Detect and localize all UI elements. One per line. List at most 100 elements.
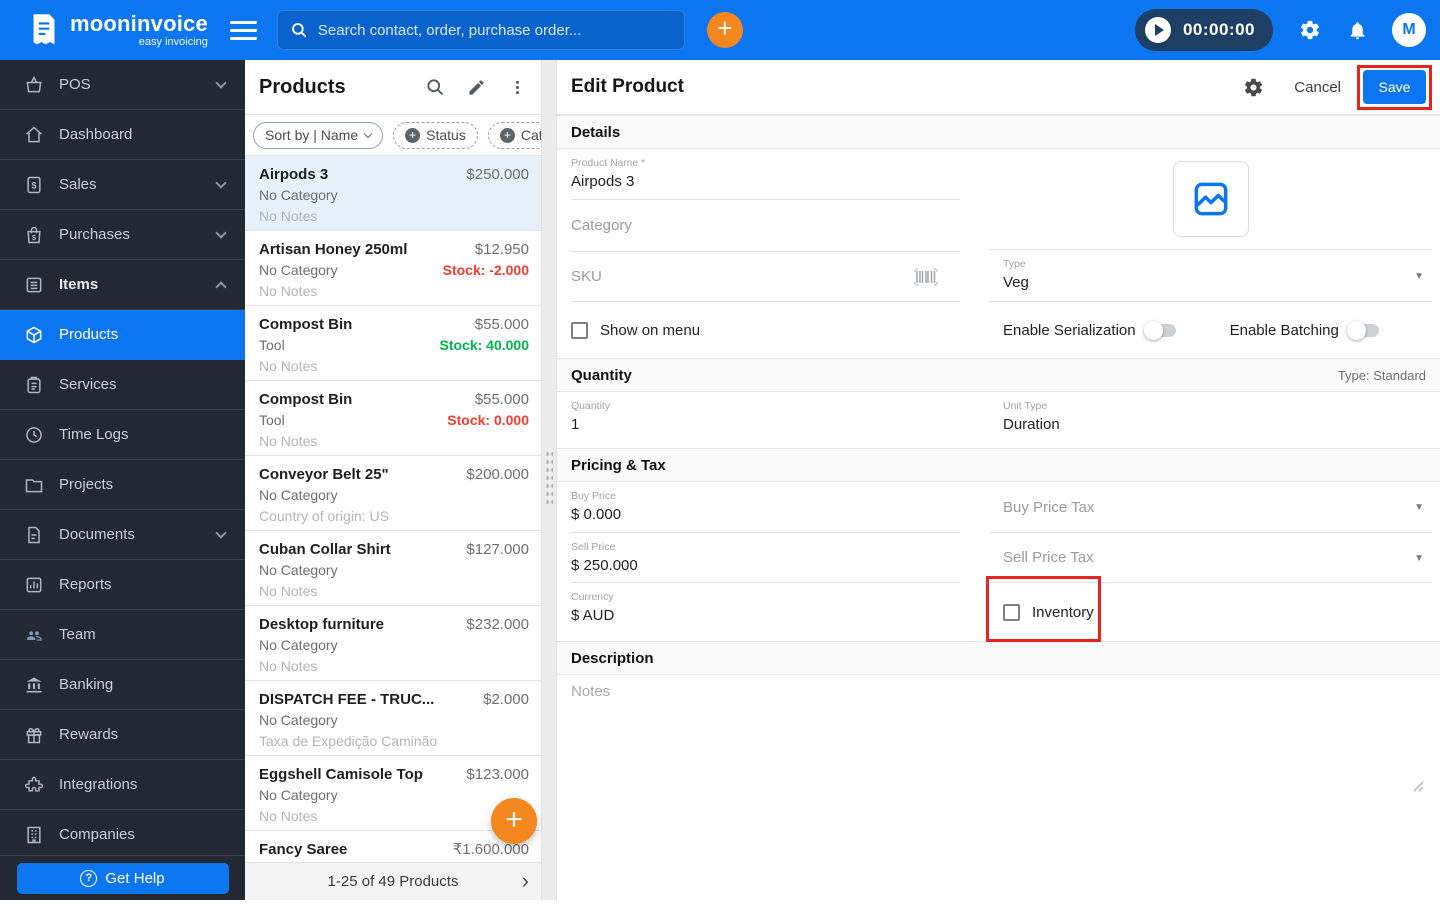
drag-handle-icon[interactable] <box>545 450 553 506</box>
product-image-upload[interactable] <box>1173 161 1249 237</box>
list-icon <box>24 275 44 295</box>
product-row[interactable]: Compost Bin $55.000 Tool Stock: 40.000 No … <box>245 306 541 381</box>
quick-add-button[interactable]: + <box>706 12 743 48</box>
global-search-input[interactable] <box>317 21 672 39</box>
enable-batching-toggle[interactable] <box>1346 320 1379 340</box>
add-product-fab[interactable]: + <box>491 798 537 844</box>
sidebar-item-label: Rewards <box>59 726 119 743</box>
chevron-down-icon <box>215 527 227 539</box>
sidebar-item-label: Dashboard <box>59 126 133 143</box>
sidebar-item-reports[interactable]: Reports <box>0 560 245 610</box>
quantity-type-info: Type: Standard <box>1337 367 1426 383</box>
brand-name: mooninvoice <box>70 10 208 36</box>
enable-batching-label: Enable Batching <box>1229 321 1339 339</box>
product-name-field[interactable]: Product Name * <box>571 149 960 200</box>
product-row[interactable]: Conveyor Belt 25" $200.000 No Category Co… <box>245 456 541 531</box>
show-on-menu-checkbox[interactable] <box>571 321 588 339</box>
plus-icon: + <box>499 127 515 143</box>
sidebar-item-sales[interactable]: $ Sales <box>0 160 245 210</box>
sidebar-item-rewards[interactable]: Rewards <box>0 710 245 760</box>
sidebar-item-companies[interactable]: Companies <box>0 810 245 855</box>
products-list-panel: Products Sort by | Name +Status +Categor… <box>245 60 541 900</box>
search-icon <box>291 23 307 38</box>
sidebar-item-services[interactable]: Services <box>0 360 245 410</box>
sell-price-input[interactable] <box>571 557 960 574</box>
status-filter-chip[interactable]: + Status <box>393 121 478 149</box>
sidebar-item-purchases[interactable]: $ Purchases <box>0 210 245 260</box>
brand-tagline: easy invoicing <box>138 35 208 48</box>
unit-type-field[interactable]: Unit Type Duration <box>1003 392 1432 433</box>
sidebar-item-projects[interactable]: Projects <box>0 460 245 510</box>
bar-chart-icon <box>24 575 44 595</box>
currency-field[interactable]: Currency $ AUD <box>571 583 960 641</box>
next-page-chevron[interactable]: › <box>522 870 529 892</box>
sell-price-field[interactable]: Sell Price <box>571 533 960 583</box>
stock-badge: Stock: -2.000 <box>442 262 529 278</box>
quantity-field[interactable]: Quantity <box>571 392 960 434</box>
buy-price-input[interactable] <box>571 506 960 523</box>
product-row[interactable]: Desktop furniture $232.000 No Category No… <box>245 606 541 681</box>
more-kebab-icon[interactable] <box>508 78 527 97</box>
plus-icon: + <box>405 127 421 143</box>
product-settings-gear-icon[interactable] <box>1243 77 1264 98</box>
resize-handle-icon[interactable] <box>1413 779 1424 797</box>
user-avatar[interactable]: M <box>1392 13 1426 47</box>
product-name-input[interactable] <box>571 173 960 190</box>
svg-text:$: $ <box>32 234 36 242</box>
type-dropdown[interactable]: Type Veg ▼ <box>990 250 1432 302</box>
enable-serialization-toggle[interactable] <box>1143 320 1176 340</box>
product-row[interactable]: Airpods 3 $250.000 No Category No Notes <box>245 156 541 231</box>
sidebar-item-banking[interactable]: Banking <box>0 660 245 710</box>
settings-gear-icon[interactable] <box>1299 19 1321 41</box>
sidebar-item-integrations[interactable]: Integrations <box>0 760 245 810</box>
inventory-checkbox[interactable] <box>1003 603 1020 621</box>
product-row[interactable]: Artisan Honey 250ml $12.950 No Category St… <box>245 231 541 306</box>
category-filter-chip[interactable]: +Category <box>487 121 541 149</box>
currency-label: Currency <box>571 591 614 603</box>
hamburger-menu-icon[interactable] <box>229 20 257 40</box>
clock-icon <box>24 425 44 445</box>
sidebar-item-products[interactable]: Products <box>0 310 245 360</box>
notes-textarea[interactable] <box>571 683 1424 781</box>
sku-field[interactable]: SKU <box>571 252 960 302</box>
sidebar-item-label: Team <box>59 626 96 643</box>
buy-price-field[interactable]: Buy Price <box>571 482 960 533</box>
sidebar-item-time-logs[interactable]: Time Logs <box>0 410 245 460</box>
bank-icon <box>24 675 44 695</box>
product-row[interactable]: Cuban Collar Shirt $127.000 No Category N… <box>245 531 541 606</box>
play-icon[interactable] <box>1144 17 1171 43</box>
sidebar-item-documents[interactable]: Documents <box>0 510 245 560</box>
sidebar-item-items[interactable]: Items <box>0 260 245 310</box>
svg-text:$: $ <box>31 180 36 190</box>
sell-price-tax-dropdown[interactable]: Sell Price Tax ▼ <box>990 533 1432 583</box>
folder-icon <box>24 475 44 495</box>
panel-resize-gutter[interactable] <box>541 60 557 900</box>
cancel-button[interactable]: Cancel <box>1294 79 1341 96</box>
buy-price-label: Buy Price <box>571 490 616 502</box>
sidebar-item-label: Time Logs <box>59 426 129 443</box>
buy-price-tax-placeholder: Buy Price Tax <box>1003 498 1095 516</box>
description-section-header: Description <box>571 649 654 667</box>
product-row[interactable]: DISPATCH FEE - TRUC... $2.000 No Category… <box>245 681 541 756</box>
sidebar-item-dashboard[interactable]: Dashboard <box>0 110 245 160</box>
stock-badge: Stock: 40.000 <box>439 337 530 353</box>
sort-by-chip[interactable]: Sort by | Name <box>253 121 384 149</box>
global-search[interactable] <box>276 10 685 50</box>
edit-pencil-icon[interactable] <box>467 78 486 97</box>
save-button[interactable]: Save <box>1363 70 1426 104</box>
pagination-label: 1-25 of 49 Products <box>327 873 459 890</box>
get-help-button[interactable]: ? Get Help <box>16 862 229 894</box>
sidebar-item-pos[interactable]: POS <box>0 60 245 110</box>
sidebar-item-label: Companies <box>59 826 135 843</box>
buy-price-tax-dropdown[interactable]: Buy Price Tax ▼ <box>990 482 1432 533</box>
barcode-scan-icon[interactable] <box>914 268 938 291</box>
category-field[interactable]: Category <box>571 200 960 252</box>
timer-widget[interactable]: 00:00:00 <box>1134 9 1273 51</box>
sidebar-item-team[interactable]: Team <box>0 610 245 660</box>
product-row[interactable]: Compost Bin $55.000 Tool Stock: 0.000 No N… <box>245 381 541 456</box>
notifications-bell-icon[interactable] <box>1347 20 1368 41</box>
sidebar-item-label: Items <box>59 276 99 293</box>
quantity-input[interactable] <box>571 416 960 433</box>
question-mark-icon: ? <box>80 869 98 887</box>
list-search-icon[interactable] <box>425 77 445 97</box>
